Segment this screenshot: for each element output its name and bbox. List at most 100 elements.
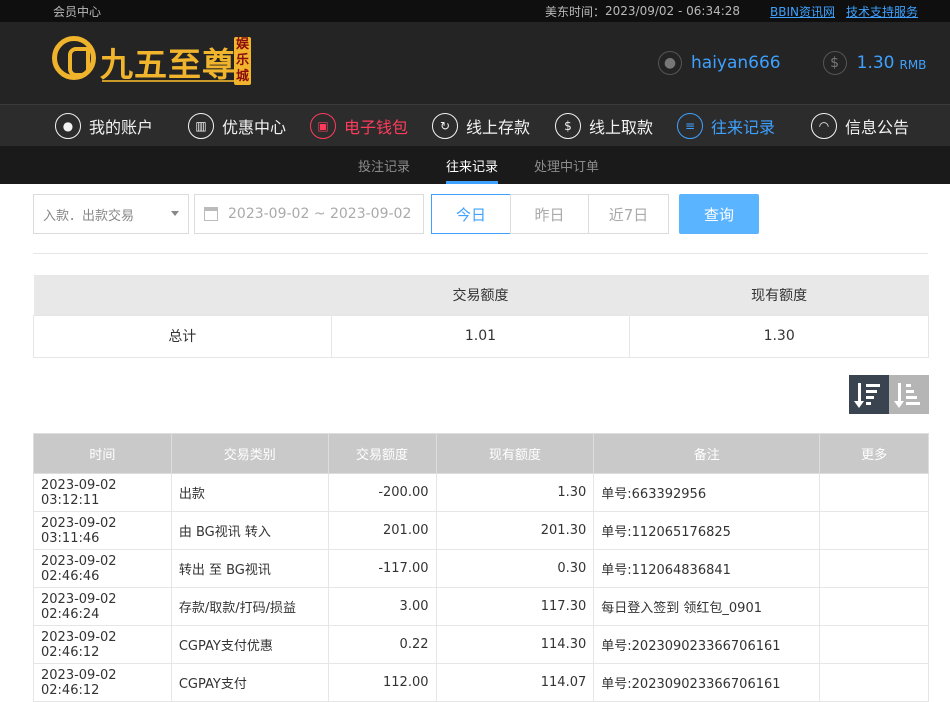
logo-mark-icon <box>52 36 96 80</box>
table-row: 2023-09-02 03:12:11 出款 -200.00 1.30 单号:6… <box>33 473 929 512</box>
cell-type: 存款/取款/打码/损益 <box>170 587 329 626</box>
cell-type: 转出 至 BG视讯 <box>170 549 329 588</box>
tech-support-link[interactable]: 技术支持服务 <box>846 3 918 20</box>
transaction-type-select[interactable]: 入款．出款交易 <box>33 194 189 234</box>
balance-value: 1.30 <box>856 53 895 73</box>
cell-time: 2023-09-02 03:11:46 <box>33 511 172 550</box>
cell-type: 由 BG视讯 转入 <box>170 511 329 550</box>
et-time-label: 美东时间： <box>545 4 606 19</box>
col-time: 时间 <box>33 433 172 474</box>
nav-promotions[interactable]: ▥ 优惠中心 <box>188 105 286 146</box>
summary-header-amount: 交易额度 <box>331 275 630 315</box>
cell-remark: 单号:112065176825 <box>593 511 821 550</box>
cell-more[interactable] <box>819 549 929 588</box>
summary-header-balance: 现有额度 <box>629 275 929 315</box>
cell-amount: -117.00 <box>327 549 437 588</box>
tab-pending-orders[interactable]: 处理中订单 <box>534 146 599 184</box>
cell-more[interactable] <box>819 473 929 512</box>
filter-bar: 入款．出款交易 2023-09-02 ~ 2023-09-02 今日 昨日 近7… <box>33 194 933 234</box>
nav-online-deposit[interactable]: ↻ 线上存款 <box>432 105 530 146</box>
cell-amount: -200.00 <box>327 473 437 512</box>
cell-more[interactable] <box>819 663 929 702</box>
logo-text: 九五至尊 <box>100 45 236 84</box>
date-range-input[interactable]: 2023-09-02 ~ 2023-09-02 <box>194 194 424 234</box>
cell-type: CGPAY支付 <box>170 663 329 702</box>
nav-my-account[interactable]: ● 我的账户 <box>55 105 153 146</box>
username[interactable]: haiyan666 <box>691 53 781 73</box>
col-balance: 现有额度 <box>435 433 595 474</box>
bbin-news-link[interactable]: BBIN资讯网 <box>770 3 835 20</box>
cell-remark: 单号:202309023366706161 <box>593 625 821 664</box>
table-row: 2023-09-02 02:46:12 CGPAY支付 112.00 114.0… <box>33 663 929 702</box>
cell-balance: 0.30 <box>435 549 595 588</box>
cell-remark: 单号:202309023366706161 <box>593 663 821 702</box>
table-row: 2023-09-02 02:46:24 存款/取款/打码/损益 3.00 117… <box>33 587 929 626</box>
cell-more[interactable] <box>819 625 929 664</box>
user-icon: ● <box>55 112 81 139</box>
table-row: 2023-09-02 02:46:12 CGPAY支付优惠 0.22 114.3… <box>33 625 929 664</box>
main-nav: ● 我的账户 ▥ 优惠中心 ▣ 电子钱包 ↻ 线上存款 $ 线上取款 ≡ 往来记录 ◠ 信息公… <box>0 104 950 146</box>
currency-label: RMB <box>899 57 927 72</box>
dollar-icon: $ <box>822 51 847 75</box>
cell-balance: 114.07 <box>435 663 595 702</box>
bell-icon: ◠ <box>811 112 837 139</box>
table-row: 2023-09-02 02:46:46 转出 至 BG视讯 -117.00 0.… <box>33 549 929 588</box>
nav-transaction-records[interactable]: ≡ 往来记录 <box>677 105 775 146</box>
col-type: 交易类别 <box>170 433 329 474</box>
tab-bet-records[interactable]: 投注记录 <box>358 146 410 184</box>
logo-ornament <box>102 80 242 83</box>
nav-online-withdraw[interactable]: $ 线上取款 <box>555 105 653 146</box>
summary-total-label: 总计 <box>33 314 332 358</box>
nav-e-wallet[interactable]: ▣ 电子钱包 <box>310 105 408 146</box>
top-strip: 会员中心 美东时间： 2023/09/02 - 06:34:28 BBIN资讯网… <box>0 0 950 22</box>
query-button[interactable]: 查询 <box>679 194 759 234</box>
deposit-icon: ↻ <box>432 112 458 139</box>
cell-type: CGPAY支付优惠 <box>170 625 329 664</box>
sort-desc-icon <box>854 382 882 408</box>
cell-time: 2023-09-02 02:46:12 <box>33 663 172 702</box>
cell-balance: 201.30 <box>435 511 595 550</box>
records-table: 时间 交易类别 交易额度 现有额度 备注 更多 2023-09-02 03:12… <box>33 433 929 702</box>
calendar-icon <box>204 207 218 221</box>
records-icon: ≡ <box>677 112 703 139</box>
summary-total-balance: 1.30 <box>629 314 929 358</box>
wallet-icon: ▣ <box>310 112 336 139</box>
cell-remark: 单号:112064836841 <box>593 549 821 588</box>
cell-amount: 201.00 <box>327 511 437 550</box>
gift-icon: ▥ <box>188 112 214 139</box>
quick-today-button[interactable]: 今日 <box>431 194 511 234</box>
site-logo[interactable]: 九五至尊 娱乐城 <box>52 34 252 96</box>
tab-transaction-records[interactable]: 往来记录 <box>446 146 499 184</box>
member-center-label: 会员中心 <box>53 4 102 19</box>
col-more: 更多 <box>819 433 929 474</box>
cell-remark: 每日登入签到 领红包_0901 <box>593 587 821 626</box>
user-info: ● haiyan666 $ 1.30 RMB <box>658 46 926 80</box>
table-row: 2023-09-02 03:11:46 由 BG视讯 转入 201.00 201… <box>33 511 929 550</box>
cell-more[interactable] <box>819 587 929 626</box>
cell-amount: 0.22 <box>327 625 437 664</box>
cell-time: 2023-09-02 03:12:11 <box>33 473 172 512</box>
sort-asc-button[interactable] <box>889 375 929 414</box>
cell-amount: 112.00 <box>327 663 437 702</box>
quick-7days-button[interactable]: 近7日 <box>588 194 669 234</box>
cell-balance: 114.30 <box>435 625 595 664</box>
cell-time: 2023-09-02 02:46:46 <box>33 549 172 588</box>
sort-desc-button[interactable] <box>849 375 889 414</box>
site-header: 九五至尊 娱乐城 ● haiyan666 $ 1.30 RMB <box>0 22 950 104</box>
summary-total-amount: 1.01 <box>330 314 631 358</box>
sort-toggle <box>849 375 929 414</box>
caret-down-icon <box>171 211 179 216</box>
cell-time: 2023-09-02 02:46:12 <box>33 625 172 664</box>
user-avatar-icon: ● <box>658 51 682 75</box>
cell-remark: 单号:663392956 <box>593 473 821 512</box>
et-time-value: 2023/09/02 - 06:34:28 <box>605 4 741 18</box>
withdraw-icon: $ <box>555 112 581 139</box>
sub-tabs: 投注记录 往来记录 处理中订单 <box>0 146 950 184</box>
filter-divider <box>33 253 928 254</box>
summary-table: 交易额度 现有额度 总计 1.01 1.30 <box>33 275 929 358</box>
cell-more[interactable] <box>819 511 929 550</box>
cell-type: 出款 <box>170 473 329 512</box>
quick-yesterday-button[interactable]: 昨日 <box>510 194 589 234</box>
cell-amount: 3.00 <box>327 587 437 626</box>
nav-announcements[interactable]: ◠ 信息公告 <box>811 105 909 146</box>
